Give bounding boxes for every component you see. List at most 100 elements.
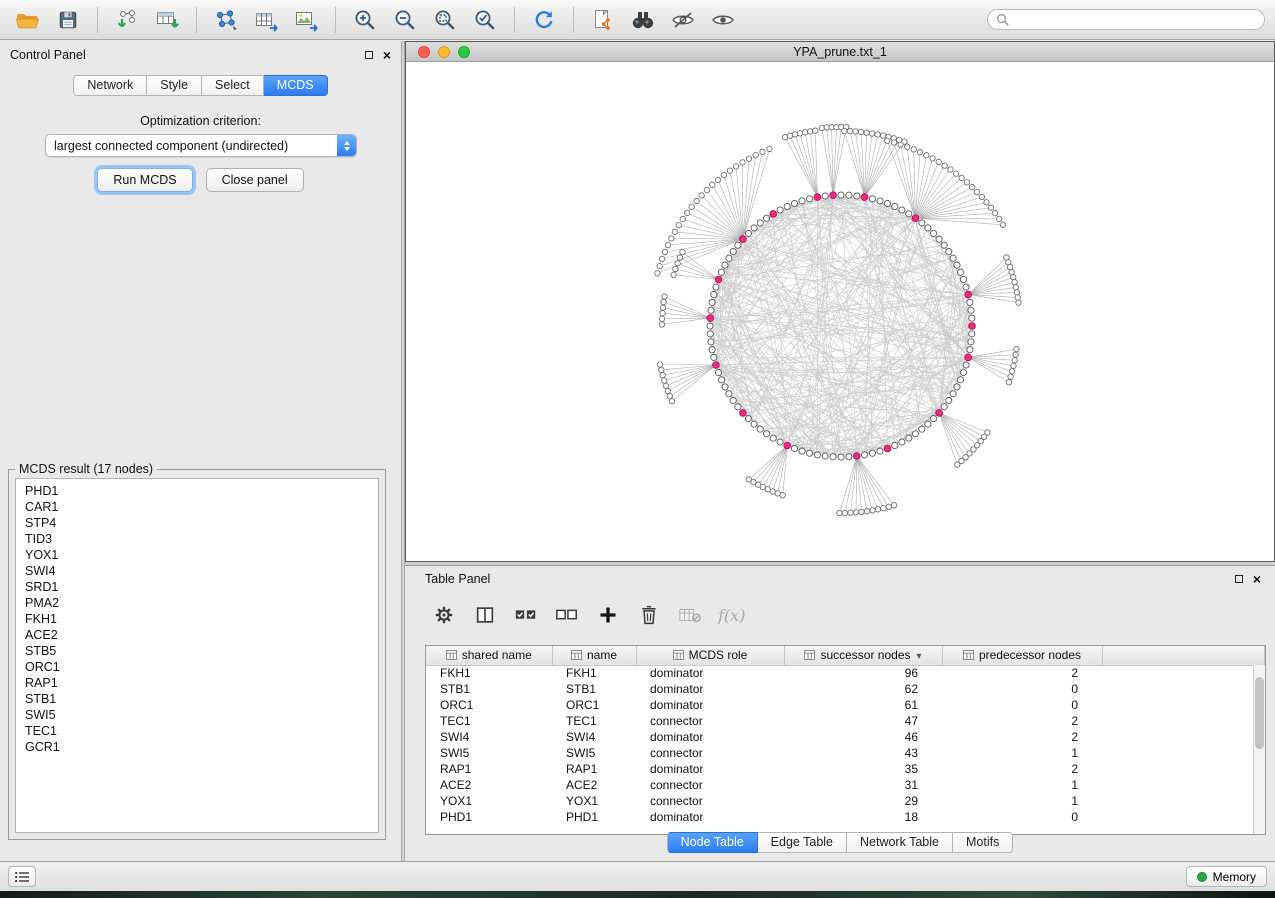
memory-button[interactable]: Memory [1186,866,1267,887]
close-panel-button[interactable]: Close panel [206,168,304,192]
column-header-predecessor-nodes[interactable]: predecessor nodes [942,646,1102,665]
table-options-button[interactable] [431,602,457,628]
mcds-result-item[interactable]: SRD1 [16,579,378,595]
table-row[interactable]: PHD1PHD1dominator180 [426,809,1265,825]
cell-successors: 61 [784,697,942,713]
column-header-shared-name[interactable]: shared name [426,646,552,665]
main-toolbar [0,0,1275,40]
cell-successors: 31 [784,777,942,793]
tab-edge-table[interactable]: Edge Table [758,832,847,853]
document-network-icon [591,8,615,32]
tab-network[interactable]: Network [73,75,147,96]
mcds-result-item[interactable]: YOX1 [16,547,378,563]
tab-select[interactable]: Select [202,75,264,96]
save-session-button[interactable] [50,5,86,35]
delete-table-button-disabled[interactable] [677,602,703,628]
network-window-titlebar[interactable]: YPA_prune.txt_1 [406,42,1274,62]
mcds-result-item[interactable]: STB1 [16,691,378,707]
optimization-criterion-dropdown[interactable]: largest connected component (undirected) [45,134,357,157]
mcds-result-item[interactable]: STB5 [16,643,378,659]
table-row[interactable]: SWI4SWI4dominator462 [426,729,1265,745]
column-header-successor-nodes[interactable]: successor nodes▾ [784,646,942,665]
import-network-button[interactable] [109,5,145,35]
mcds-result-item[interactable]: GCR1 [16,739,378,755]
mcds-result-item[interactable]: RAP1 [16,675,378,691]
zoom-in-button[interactable] [347,5,383,35]
mcds-result-item[interactable]: PHD1 [16,483,378,499]
network-view-window: YPA_prune.txt_1 [405,41,1275,562]
delete-column-button[interactable] [636,602,662,628]
table-row[interactable]: SWI5SWI5connector431 [426,745,1265,761]
table-row[interactable]: RAP1RAP1dominator352 [426,761,1265,777]
table-toolbar: f(x) [405,592,1275,638]
search-input[interactable] [1014,13,1256,27]
tab-node-table[interactable]: Node Table [667,832,758,853]
mcds-result-item[interactable]: STP4 [16,515,378,531]
zoom-fit-button[interactable] [427,5,463,35]
open-session-button[interactable] [10,5,46,35]
float-panel-icon[interactable] [1235,575,1243,583]
search-network-button[interactable] [625,5,661,35]
maximize-window-icon[interactable] [458,46,470,58]
table-row[interactable]: TEC1TEC1connector472 [426,713,1265,729]
export-table-button[interactable] [248,5,284,35]
minimize-window-icon[interactable] [438,46,450,58]
table-type-tabs: Node TableEdge TableNetwork TableMotifs [405,832,1275,853]
close-panel-icon[interactable]: × [383,50,391,60]
zoom-selected-button[interactable] [467,5,503,35]
mcds-result-item[interactable]: SWI5 [16,707,378,723]
tab-style[interactable]: Style [147,75,202,96]
mcds-result-item[interactable]: ACE2 [16,627,378,643]
deselect-all-rows-button[interactable] [554,602,580,628]
network-graph[interactable] [406,62,1274,562]
tab-mcds[interactable]: MCDS [264,75,328,96]
network-from-selection-button[interactable] [585,5,621,35]
cell-successors: 62 [784,681,942,697]
import-table-button[interactable] [149,5,185,35]
run-mcds-button[interactable]: Run MCDS [97,168,192,192]
new-network-button[interactable] [208,5,244,35]
table-row[interactable]: ACE2ACE2connector311 [426,777,1265,793]
cell-shared_name: PHD1 [426,809,552,825]
table-row[interactable]: STB1STB1dominator620 [426,681,1265,697]
select-all-rows-button[interactable] [513,602,539,628]
close-window-icon[interactable] [418,46,430,58]
add-column-button[interactable] [595,602,621,628]
column-header-MCDS-role[interactable]: MCDS role [636,646,784,665]
show-all-button[interactable] [705,5,741,35]
network-canvas[interactable] [406,62,1274,561]
cell-filler [1102,713,1265,729]
refresh-icon [532,8,556,32]
tab-motifs[interactable]: Motifs [953,832,1013,853]
scrollbar-thumb[interactable] [1255,677,1264,749]
float-panel-icon[interactable] [365,51,373,59]
column-header-name[interactable]: name [552,646,636,665]
close-panel-icon[interactable]: × [1253,574,1261,584]
cell-predecessors: 2 [942,729,1102,745]
mcds-result-item[interactable]: CAR1 [16,499,378,515]
show-columns-button[interactable] [472,602,498,628]
apply-function-button[interactable]: f(x) [718,606,745,625]
show-panels-button[interactable] [8,866,36,887]
global-search-box[interactable] [987,9,1265,30]
cell-name: STB1 [552,681,636,697]
zoom-out-button[interactable] [387,5,423,35]
mcds-result-item[interactable]: FKH1 [16,611,378,627]
zoom-out-icon [393,8,417,32]
tab-network-table[interactable]: Network Table [847,832,953,853]
table-scrollbar[interactable] [1253,665,1265,834]
refresh-button[interactable] [526,5,562,35]
table-row[interactable]: ORC1ORC1dominator610 [426,697,1265,713]
mcds-result-item[interactable]: PMA2 [16,595,378,611]
export-image-button[interactable] [288,5,324,35]
mcds-result-item[interactable]: ORC1 [16,659,378,675]
table-row[interactable]: FKH1FKH1dominator962 [426,665,1265,681]
columns-icon [474,604,496,626]
table-row[interactable]: YOX1YOX1connector291 [426,793,1265,809]
status-bar: Memory [0,861,1275,891]
mcds-result-list[interactable]: PHD1CAR1STP4TID3YOX1SWI4SRD1PMA2FKH1ACE2… [15,478,379,833]
mcds-result-item[interactable]: TID3 [16,531,378,547]
mcds-result-item[interactable]: TEC1 [16,723,378,739]
mcds-result-item[interactable]: SWI4 [16,563,378,579]
hide-selected-button[interactable] [665,5,701,35]
